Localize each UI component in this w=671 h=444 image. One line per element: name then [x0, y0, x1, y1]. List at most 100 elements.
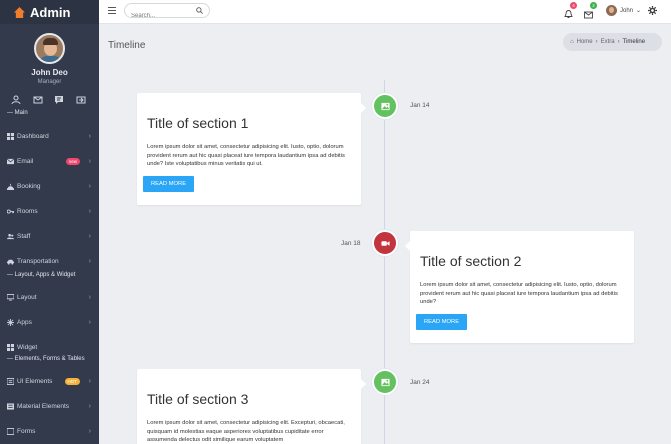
brand-title: Admin: [30, 4, 71, 20]
sidebar-item-email[interactable]: Email new ›: [0, 149, 99, 174]
home-logo-icon: [14, 6, 25, 18]
breadcrumb-separator: ›: [595, 39, 598, 45]
breadcrumb-extra[interactable]: Extra: [601, 39, 615, 45]
timeline-marker-3: [372, 369, 398, 395]
sidebar-item-label: Booking: [17, 183, 41, 190]
envelope-icon: [584, 11, 593, 19]
image-icon: [380, 378, 390, 386]
chevron-right-icon: ›: [88, 378, 91, 385]
video-camera-icon: [380, 240, 390, 246]
sidebar-item-staff[interactable]: Staff ›: [0, 224, 99, 249]
sidebar-item-label: Transportation: [17, 258, 59, 265]
sidebar-item-label: Staff: [17, 233, 31, 240]
user-menu[interactable]: John ⌄: [606, 5, 641, 16]
chevron-right-icon: ›: [88, 233, 91, 240]
card-pointer: [361, 103, 366, 113]
card-text: Lorem ipsum dolor sit amet, consectetur …: [420, 282, 618, 306]
users-icon: [7, 233, 14, 240]
user-name: John: [620, 7, 634, 14]
chevron-down-icon: ⌄: [636, 8, 642, 14]
hot-badge: HOT: [64, 378, 80, 385]
car-icon: [7, 259, 14, 265]
notifications-count: 4: [570, 2, 577, 9]
chevron-right-icon: ›: [88, 258, 91, 265]
sidebar-item-widget[interactable]: Widget: [0, 335, 99, 360]
sidebar-item-label: Email: [17, 158, 34, 165]
mail-icon[interactable]: [33, 92, 43, 104]
chevron-right-icon: ›: [88, 133, 91, 140]
sidebar-item-label: Layout: [17, 294, 37, 301]
topbar: 4 2 John ⌄: [99, 0, 671, 24]
sidebar-item-rooms[interactable]: Rooms ›: [0, 199, 99, 224]
user-icon[interactable]: [11, 92, 21, 105]
timeline-card-3: Title of section 3 Lorem ipsum dolor sit…: [137, 369, 366, 444]
material-icon: [7, 403, 14, 410]
mail-icon: [7, 158, 14, 165]
monitor-icon: [7, 294, 14, 301]
search-icon[interactable]: [196, 7, 203, 14]
card-title: Title of section 1: [147, 115, 249, 131]
logout-icon[interactable]: [76, 92, 86, 104]
chat-icon[interactable]: [54, 92, 64, 104]
sidebar-item-label: UI Elements: [17, 378, 53, 385]
menu-toggle-icon[interactable]: [108, 7, 116, 14]
chevron-right-icon: ›: [88, 403, 91, 410]
timeline-date-1: Jan 14: [410, 102, 430, 109]
search-box[interactable]: [124, 3, 210, 23]
sidebar-item-dashboard[interactable]: Dashboard ›: [0, 124, 99, 149]
notifications-button[interactable]: 4: [564, 2, 577, 18]
breadcrumb-current: Timeline: [622, 39, 646, 45]
profile-name: John Deo: [31, 68, 68, 77]
section-main: — Main: [7, 110, 28, 116]
breadcrumb: ⌂ Home › Extra › Timeline: [563, 33, 662, 51]
avatar[interactable]: [34, 33, 65, 64]
messages-count: 2: [590, 2, 597, 9]
chevron-right-icon: ›: [88, 428, 91, 435]
breadcrumb-separator: ›: [617, 39, 620, 45]
card-pointer: [361, 379, 366, 389]
forms-icon: [7, 428, 14, 435]
sidebar-item-label: Dashboard: [17, 133, 49, 140]
chevron-right-icon: ›: [88, 319, 91, 326]
key-icon: [7, 209, 14, 214]
chevron-right-icon: ›: [88, 208, 91, 215]
messages-button[interactable]: 2: [584, 2, 597, 19]
timeline-marker-2: [372, 230, 398, 256]
sidebar-item-material-elements[interactable]: Material Elements ›: [0, 394, 99, 419]
sidebar-item-ui-elements[interactable]: UI Elements HOT ›: [0, 369, 99, 394]
card-pointer: [405, 241, 410, 251]
card-title: Title of section 2: [420, 253, 522, 269]
timeline-date-3: Jan 24: [410, 379, 430, 386]
timeline-card-2: Title of section 2 Lorem ipsum dolor sit…: [405, 231, 634, 343]
search-input[interactable]: [125, 9, 195, 23]
sidebar-item-booking[interactable]: Booking ›: [0, 174, 99, 199]
read-more-button[interactable]: READ MORE: [143, 176, 195, 193]
sidebar-item-transportation[interactable]: Transportation ›: [0, 249, 99, 274]
timeline-date-2: Jan 18: [341, 240, 361, 247]
booking-icon: [7, 183, 14, 190]
timeline-card-1: Title of section 1 Lorem ipsum dolor sit…: [137, 93, 366, 205]
chevron-right-icon: ›: [88, 183, 91, 190]
dashboard-icon: [7, 133, 14, 140]
user-profile: John Deo Manager: [0, 24, 99, 85]
sidebar: Admin John Deo Manager — Main Dashboard …: [0, 0, 99, 444]
bell-icon: [564, 10, 573, 18]
sidebar-item-label: Forms: [17, 428, 36, 435]
gear-icon[interactable]: [648, 6, 657, 15]
avatar: [606, 5, 617, 16]
timeline-marker-1: [372, 93, 398, 119]
chevron-right-icon: ›: [88, 294, 91, 301]
new-badge: new: [65, 158, 80, 165]
sidebar-item-layout[interactable]: Layout ›: [0, 285, 99, 310]
image-icon: [380, 102, 390, 110]
sidebar-item-apps[interactable]: Apps ›: [0, 310, 99, 335]
breadcrumb-home[interactable]: Home: [577, 39, 593, 45]
sidebar-item-label: Widget: [17, 344, 38, 351]
brand[interactable]: Admin: [0, 0, 99, 24]
page-title: Timeline: [108, 40, 146, 51]
card-text: Lorem ipsum dolor sit amet, consectetur …: [147, 420, 345, 444]
sidebar-item-label: Apps: [17, 319, 32, 326]
read-more-button[interactable]: READ MORE: [416, 314, 468, 331]
ui-icon: [7, 378, 14, 385]
sidebar-item-forms[interactable]: Forms ›: [0, 419, 99, 444]
